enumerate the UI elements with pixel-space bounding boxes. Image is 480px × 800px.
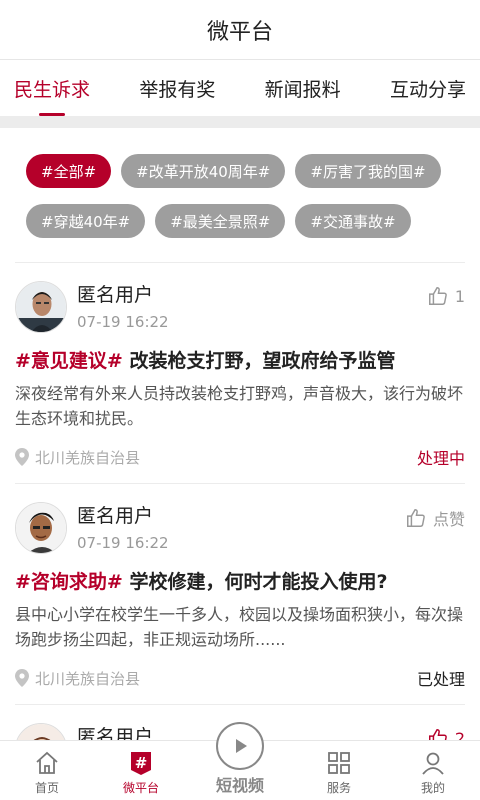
- nav-label: 服务: [326, 781, 351, 795]
- location-pin-icon: [15, 448, 29, 466]
- post-title[interactable]: #意见建议# 改装枪支打野，望政府给予监管: [15, 347, 465, 375]
- nav-label: 我的: [420, 781, 445, 795]
- status-badge: 处理中: [416, 449, 465, 468]
- tab-label: 新闻报料: [264, 78, 341, 101]
- post-author: 匿名用户: [77, 505, 154, 527]
- nav-service[interactable]: 服务: [299, 750, 379, 796]
- location-pin-icon: [15, 669, 29, 687]
- location-text: 北川羌族自治县: [35, 448, 141, 467]
- post-footer: 北川羌族自治县 处理中: [15, 445, 465, 469]
- user-icon: [422, 752, 444, 775]
- like-count: 1: [454, 286, 465, 306]
- nav-home[interactable]: 首页: [7, 750, 87, 796]
- nav-label: 首页: [34, 781, 59, 795]
- tag-my-country[interactable]: #厉害了我的国#: [295, 154, 441, 188]
- home-icon: [36, 751, 58, 774]
- post-footer: 北川羌族自治县 已处理: [15, 666, 465, 690]
- post-title-text: 学校修建，何时才能投入使用?: [122, 571, 388, 593]
- like-button[interactable]: 1: [427, 285, 465, 307]
- post-title-text: 改装枪支打野，望政府给予监管: [122, 350, 396, 372]
- post-author: 匿名用户: [77, 284, 154, 306]
- location-text: 北川羌族自治县: [35, 669, 141, 688]
- nav-label: 微平台: [122, 781, 159, 795]
- avatar[interactable]: [15, 502, 67, 554]
- post-card[interactable]: 匿名用户 07-19 16:22 点赞 #咨询求助# 学校修建，何时才能投入使用…: [15, 483, 465, 704]
- post-hashtag[interactable]: #咨询求助#: [15, 571, 123, 593]
- tab-label: 互动分享: [389, 78, 466, 101]
- tag-panorama[interactable]: #最美全景照#: [155, 204, 286, 238]
- bottom-nav: 首页 # 微平台 短视频 服务 我的: [0, 722, 480, 800]
- tag-traffic[interactable]: #交通事故#: [295, 204, 411, 238]
- thumbs-up-icon: [428, 287, 447, 305]
- svg-text:#: #: [135, 754, 148, 772]
- hashtag-icon: #: [131, 752, 151, 775]
- play-icon: [236, 739, 247, 753]
- nav-mine[interactable]: 我的: [393, 750, 473, 796]
- avatar[interactable]: [15, 281, 67, 333]
- post-location: 北川羌族自治县: [15, 668, 140, 689]
- topic-tags: #全部# #改革开放40周年# #厉害了我的国# #穿越40年# #最美全景照#…: [0, 128, 480, 248]
- like-button[interactable]: 点赞: [405, 506, 465, 530]
- post-hashtag[interactable]: #意见建议#: [15, 350, 123, 372]
- tab-label: 举报有奖: [139, 78, 216, 101]
- tag-reform-40[interactable]: #改革开放40周年#: [121, 154, 286, 188]
- page-title: 微平台: [206, 19, 273, 45]
- post-location: 北川羌族自治县: [15, 447, 140, 468]
- post-title[interactable]: #咨询求助# 学校修建，何时才能投入使用?: [15, 568, 465, 596]
- tab-hudong[interactable]: 互动分享: [390, 60, 466, 116]
- nav-video[interactable]: 短视频: [195, 722, 285, 796]
- tab-xinwen[interactable]: 新闻报料: [265, 60, 341, 116]
- nav-label: 短视频: [215, 776, 264, 795]
- tab-minsheng[interactable]: 民生诉求: [14, 60, 90, 116]
- post-body: 县中心小学在校学生一千多人，校园以及操场面积狭小，每次操场跑步扬尘四起，非正规运…: [15, 605, 464, 649]
- post-feed: 匿名用户 07-19 16:22 1 #意见建议# 改装枪支打野，望政府给予监管…: [0, 262, 480, 793]
- like-label: 点赞: [432, 510, 465, 529]
- title-bar: 微平台: [0, 0, 480, 60]
- post-header: 匿名用户 07-19 16:22 点赞: [15, 502, 465, 558]
- section-divider: [0, 116, 480, 128]
- grid-icon: [328, 752, 350, 774]
- tag-all[interactable]: #全部#: [26, 154, 112, 188]
- post-body: 深夜经常有外来人员持改装枪支打野鸡，声音极大，该行为破坏生态环境和扰民。: [15, 384, 464, 428]
- tab-jubao[interactable]: 举报有奖: [139, 60, 215, 116]
- post-header: 匿名用户 07-19 16:22 1: [15, 281, 465, 337]
- tab-label: 民生诉求: [14, 78, 91, 101]
- status-badge: 已处理: [416, 670, 465, 689]
- post-time: 07-19 16:22: [77, 313, 169, 331]
- tab-active-indicator: [39, 113, 65, 116]
- post-time: 07-19 16:22: [77, 534, 169, 552]
- play-button[interactable]: [216, 722, 264, 770]
- category-tabs: 民生诉求 举报有奖 新闻报料 互动分享: [0, 60, 480, 116]
- post-card[interactable]: 匿名用户 07-19 16:22 1 #意见建议# 改装枪支打野，望政府给予监管…: [15, 262, 465, 483]
- nav-platform[interactable]: # 微平台: [101, 750, 181, 796]
- tag-through-40[interactable]: #穿越40年#: [26, 204, 146, 238]
- thumbs-up-icon: [407, 509, 425, 527]
